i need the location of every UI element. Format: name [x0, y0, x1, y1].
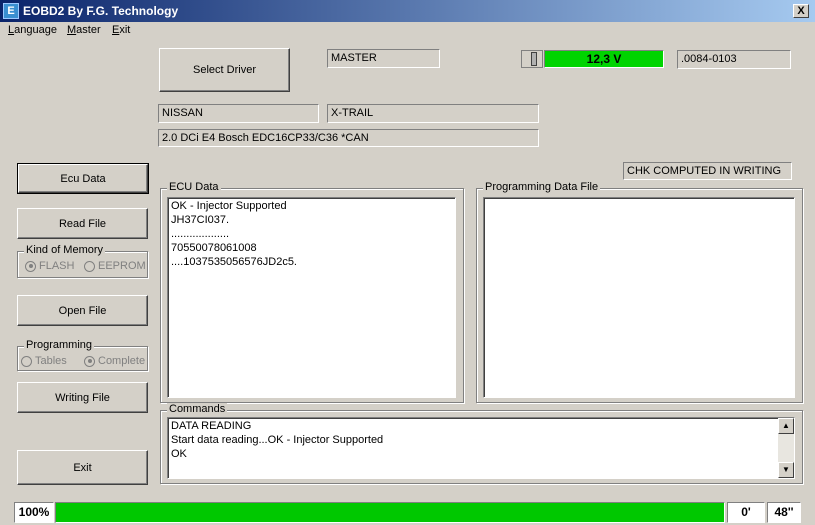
voltage-display: 12,3 V	[544, 50, 664, 68]
app-icon: E	[3, 3, 19, 19]
ecu-data-line: ...................	[171, 228, 230, 240]
make-field: NISSAN	[158, 104, 319, 123]
ecu-data-line: ....1037535056576JD2c5.	[171, 256, 297, 268]
ecu-data-group: ECU Data OK - Injector Supported JH37CI0…	[160, 181, 464, 403]
commands-title: Commands	[167, 403, 228, 415]
voltage-slider	[521, 50, 543, 68]
commands-scrollbar[interactable]: ▲ ▼	[778, 418, 794, 478]
read-file-button[interactable]: Read File	[17, 208, 148, 239]
radio-tables[interactable]: Tables	[21, 355, 67, 367]
programming-group: Programming Tables Complete	[17, 339, 148, 371]
ecu-data-textbox[interactable]: OK - Injector Supported JH37CI037. .....…	[167, 197, 456, 398]
progress-bar-fill	[56, 503, 724, 522]
mode-field: MASTER	[327, 49, 440, 68]
window-title: EOBD2 By F.G. Technology	[23, 4, 179, 18]
radio-flash-icon	[25, 260, 36, 272]
commands-textbox[interactable]: DATA READING Start data reading...OK - I…	[167, 417, 795, 479]
title-bar: E EOBD2 By F.G. Technology X	[0, 0, 815, 22]
model-field: X-TRAIL	[327, 104, 539, 123]
radio-eeprom[interactable]: EEPROM	[84, 260, 146, 272]
command-line: Start data reading...OK - Injector Suppo…	[171, 434, 384, 446]
elapsed-minutes: 0'	[727, 502, 765, 523]
engine-field: 2.0 DCi E4 Bosch EDC16CP33/C36 *CAN	[158, 129, 539, 147]
checksum-status-field: CHK COMPUTED IN WRITING	[623, 162, 792, 180]
ecu-data-line: JH37CI037.	[171, 214, 230, 226]
writing-file-button[interactable]: Writing File	[17, 382, 148, 413]
version-field: .0084-0103	[677, 50, 791, 69]
progress-bar	[55, 502, 725, 523]
radio-complete-icon	[84, 355, 95, 367]
progress-percent: 100%	[14, 502, 54, 523]
ecu-data-title: ECU Data	[167, 181, 221, 193]
radio-tables-icon	[21, 355, 32, 367]
command-line: OK	[171, 448, 187, 460]
select-driver-button[interactable]: Select Driver	[159, 48, 290, 92]
programming-file-group: Programming Data File	[476, 181, 803, 403]
memory-kind-title: Kind of Memory	[24, 244, 106, 256]
menu-exit[interactable]: Exit	[112, 24, 130, 36]
close-button[interactable]: X	[793, 4, 809, 18]
memory-kind-group: Kind of Memory FLASH EEPROM	[17, 244, 148, 278]
scroll-up-icon[interactable]: ▲	[778, 418, 794, 434]
open-file-button[interactable]: Open File	[17, 295, 148, 326]
radio-flash[interactable]: FLASH	[25, 260, 74, 272]
ecu-data-button[interactable]: Ecu Data	[17, 163, 149, 194]
menu-master[interactable]: Master	[67, 24, 101, 36]
command-line: DATA READING	[171, 420, 252, 432]
elapsed-seconds: 48''	[767, 502, 801, 523]
ecu-data-line: OK - Injector Supported	[171, 200, 287, 212]
programming-file-textbox[interactable]	[483, 197, 795, 398]
voltage-slider-thumb	[531, 52, 537, 66]
radio-eeprom-icon	[84, 260, 95, 272]
programming-title: Programming	[24, 339, 95, 351]
menu-language[interactable]: Language	[8, 24, 57, 36]
programming-file-title: Programming Data File	[483, 181, 601, 193]
radio-complete[interactable]: Complete	[84, 355, 145, 367]
scroll-down-icon[interactable]: ▼	[778, 462, 794, 478]
commands-group: Commands DATA READING Start data reading…	[160, 403, 803, 484]
ecu-data-line: 70550078061008	[171, 242, 257, 254]
exit-button[interactable]: Exit	[17, 450, 148, 485]
